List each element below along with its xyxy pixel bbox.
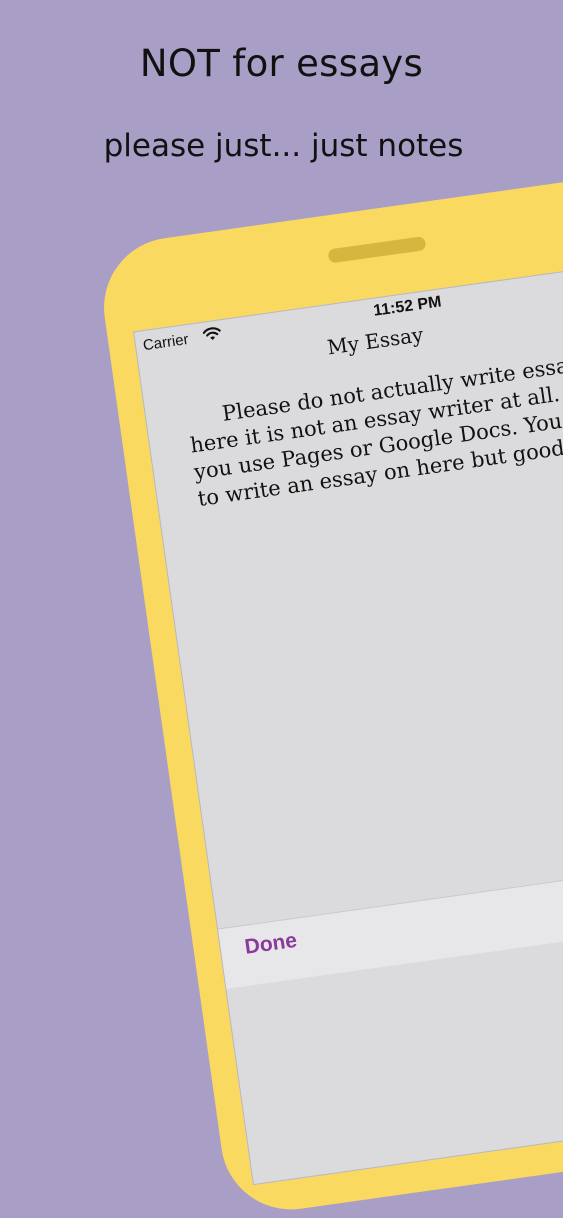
headline-subtitle: please just... just notes bbox=[103, 128, 464, 164]
app-screen: Carrier 11:52 PM My Essay Please do not … bbox=[132, 247, 563, 1186]
headline-title: NOT for essays bbox=[139, 42, 424, 85]
wifi-icon bbox=[202, 327, 221, 340]
keyboard-toolbar: Done bbox=[217, 845, 563, 989]
speaker-grille bbox=[327, 236, 427, 264]
tablet-device-frame: Carrier 11:52 PM My Essay Please do not … bbox=[95, 158, 563, 1218]
status-time: 11:52 PM bbox=[372, 293, 443, 320]
done-button[interactable]: Done bbox=[243, 929, 298, 960]
carrier-label: Carrier bbox=[141, 330, 190, 355]
